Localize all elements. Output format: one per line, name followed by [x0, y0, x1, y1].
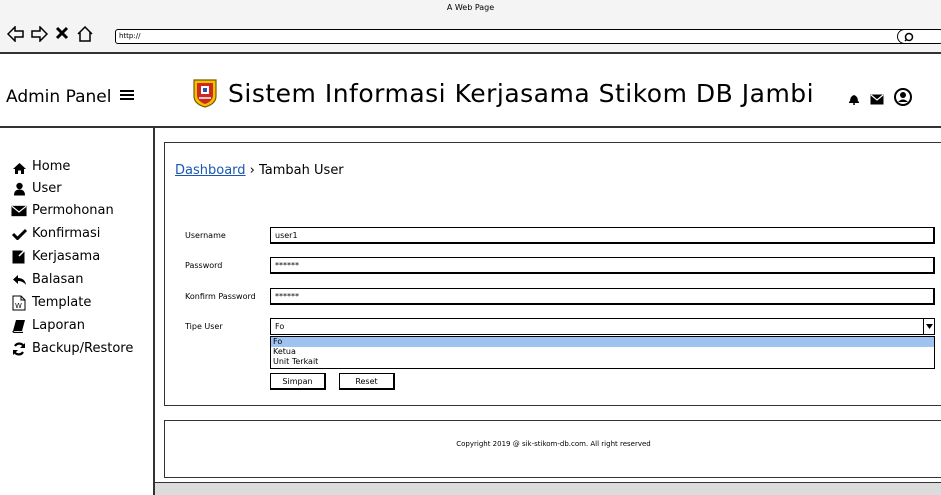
sidebar-item-label: Laporan — [32, 317, 85, 333]
sidebar-item-permohonan[interactable]: Permohonan — [11, 199, 133, 222]
user-type-selected-value: Fo — [275, 322, 285, 331]
sidebar-item-label: Kerjasama — [32, 248, 101, 264]
site-title: Sistem Informasi Kerjasama Stikom DB Jam… — [228, 78, 815, 108]
user-circle-icon[interactable] — [894, 88, 912, 110]
breadcrumb-current: Tambah User — [259, 163, 344, 178]
copyright-text: Copyright 2019 @ sik-stikom-db.com. All … — [456, 440, 651, 448]
word-document-icon: W — [11, 295, 27, 311]
refresh-icon — [11, 341, 27, 357]
user-type-dropdown: Fo Ketua Unit Terkait — [270, 336, 935, 369]
user-type-label: Tipe User — [185, 322, 223, 331]
sidebar-item-home[interactable]: Home — [11, 160, 133, 178]
stikom-logo-icon — [193, 79, 217, 108]
user-icon — [11, 181, 27, 197]
browser-nav-buttons — [6, 25, 95, 46]
breadcrumb: Dashboard › Tambah User — [175, 163, 344, 178]
confirm-password-input[interactable]: ****** — [270, 288, 935, 305]
sidebar-item-template[interactable]: W Template — [11, 291, 133, 314]
back-arrow-icon[interactable] — [6, 25, 26, 46]
breadcrumb-dashboard-link[interactable]: Dashboard — [175, 163, 246, 178]
sidebar-item-backup-restore[interactable]: Backup/Restore — [11, 337, 133, 360]
envelope-icon — [11, 203, 27, 219]
app-header: Admin Panel Sistem Informasi Kerjasama S… — [0, 56, 941, 128]
close-icon[interactable] — [52, 26, 72, 46]
reset-button[interactable]: Reset — [339, 373, 395, 390]
user-type-select[interactable]: Fo — [270, 318, 935, 335]
chevron-down-icon[interactable] — [923, 318, 935, 335]
sidebar-item-user[interactable]: User — [11, 178, 133, 199]
dropdown-option-fo[interactable]: Fo — [271, 337, 934, 347]
forward-arrow-icon[interactable] — [29, 25, 49, 46]
username-label: Username — [185, 231, 226, 240]
sidebar-item-kerjasama[interactable]: Kerjasama — [11, 245, 133, 268]
reply-icon — [11, 272, 27, 288]
sidebar-menu: Home User Permohonan Konfirmasi Kerjasam… — [11, 160, 133, 360]
sidebar-item-label: Template — [32, 294, 92, 310]
sidebar: Home User Permohonan Konfirmasi Kerjasam… — [0, 128, 155, 495]
bell-icon[interactable] — [848, 90, 860, 109]
dropdown-option-ketua[interactable]: Ketua — [271, 347, 934, 357]
sidebar-item-label: Permohonan — [32, 202, 114, 218]
footer: Copyright 2019 @ sik-stikom-db.com. All … — [164, 420, 941, 478]
dropdown-option-unit-terkait[interactable]: Unit Terkait — [271, 357, 934, 367]
breadcrumb-separator: › — [249, 163, 255, 178]
home-icon[interactable] — [75, 25, 95, 46]
svg-text:W: W — [15, 302, 22, 310]
browser-search-button[interactable] — [897, 29, 941, 44]
username-row: Username user1 — [185, 227, 935, 244]
sidebar-item-konfirmasi[interactable]: Konfirmasi — [11, 222, 133, 245]
username-input[interactable]: user1 — [270, 227, 935, 244]
admin-panel-label: Admin Panel — [6, 87, 112, 107]
site-branding: Sistem Informasi Kerjasama Stikom DB Jam… — [192, 78, 814, 108]
browser-page-title: A Web Page — [446, 3, 495, 12]
password-label: Password — [185, 261, 223, 270]
home-icon — [11, 160, 27, 176]
header-actions — [848, 88, 912, 110]
save-button[interactable]: Simpan — [270, 373, 326, 390]
sidebar-item-label: Konfirmasi — [32, 225, 101, 241]
url-input[interactable]: http:// — [115, 29, 925, 44]
envelope-icon[interactable] — [870, 90, 884, 109]
sidebar-item-label: User — [32, 180, 62, 196]
share-icon — [11, 249, 27, 265]
browser-toolbar: A Web Page http:// — [0, 0, 941, 54]
confirm-password-row: Konfirm Password ****** — [185, 288, 935, 305]
horizontal-scrollbar[interactable] — [155, 482, 941, 495]
hamburger-menu-icon[interactable] — [119, 87, 135, 107]
sidebar-item-label: Home — [32, 159, 71, 174]
sidebar-item-balasan[interactable]: Balasan — [11, 268, 133, 291]
search-icon — [904, 32, 914, 42]
sidebar-item-label: Balasan — [32, 271, 84, 287]
password-row: Password ****** — [185, 257, 935, 274]
book-icon — [11, 318, 27, 334]
sidebar-item-label: Backup/Restore — [32, 340, 134, 356]
admin-panel-heading: Admin Panel — [6, 87, 135, 107]
user-type-row: Tipe User Fo — [185, 318, 935, 335]
check-icon — [11, 226, 27, 242]
password-input[interactable]: ****** — [270, 257, 935, 274]
confirm-password-label: Konfirm Password — [185, 292, 256, 301]
sidebar-item-laporan[interactable]: Laporan — [11, 314, 133, 337]
add-user-panel: Dashboard › Tambah User Username user1 P… — [164, 142, 941, 406]
